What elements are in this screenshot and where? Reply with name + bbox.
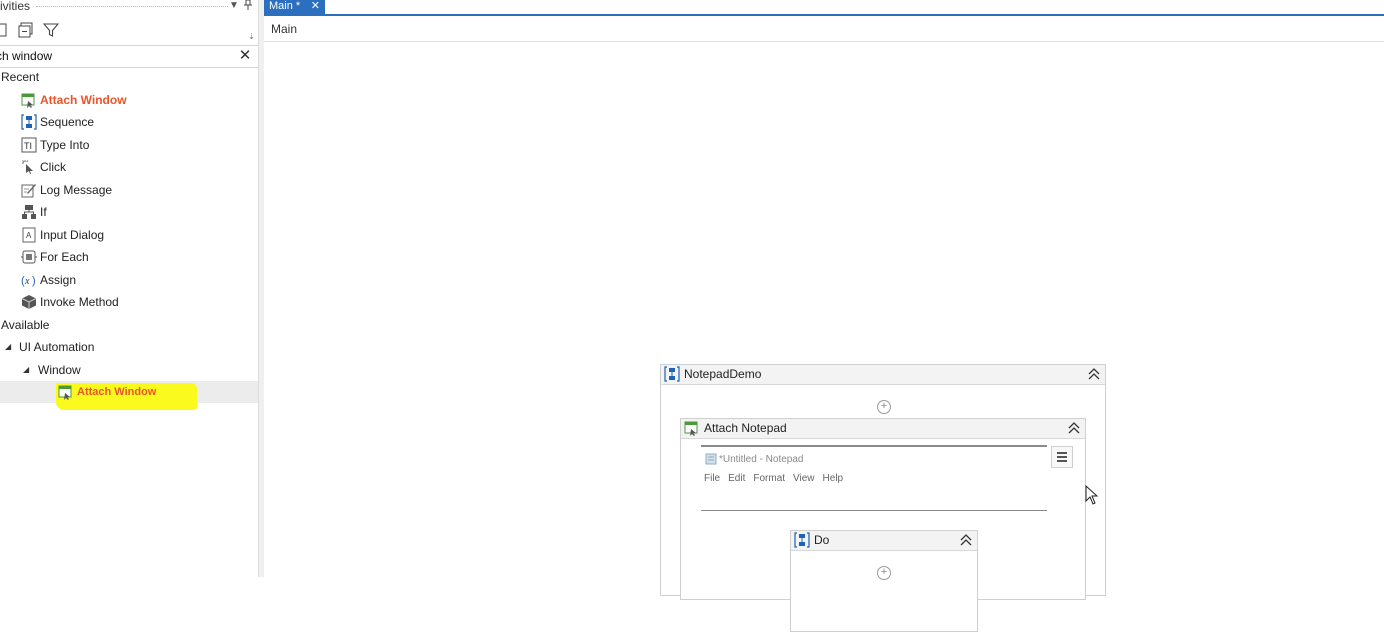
tab-main[interactable]: Main * ✕ [264, 0, 325, 14]
attach-window-icon [21, 92, 37, 108]
assign-icon: (x) [21, 272, 37, 288]
recent-item-if[interactable]: If [0, 201, 258, 223]
sequence-header: NotepadDemo [661, 365, 1105, 385]
svg-text:TI: TI [24, 141, 32, 151]
log-message-icon [21, 182, 37, 198]
panel-title: ivities [0, 0, 31, 13]
tree-node-window[interactable]: ◢ Window [0, 359, 258, 381]
item-label: Click [40, 160, 66, 174]
recent-item-input-dialog[interactable]: A Input Dialog [0, 224, 258, 246]
panel-toolbar: ⇣ [0, 20, 258, 42]
if-icon [21, 204, 37, 220]
search-box: ✕ [0, 45, 258, 68]
item-label: Type Into [40, 138, 90, 152]
search-input[interactable] [0, 46, 226, 66]
attach-window-icon [58, 384, 74, 400]
notepad-app-icon [705, 453, 717, 468]
available-header: Available [1, 318, 50, 332]
sequence-icon [794, 532, 810, 548]
notepad-window-title: *Untitled - Notepad [719, 454, 804, 465]
recent-category[interactable]: Recent [0, 66, 258, 88]
attach-window-title[interactable]: Attach Notepad [704, 421, 787, 435]
node-label: Window [38, 363, 81, 377]
click-icon [21, 159, 37, 175]
svg-text:x: x [24, 276, 30, 287]
recent-item-sequence[interactable]: Sequence [0, 111, 258, 133]
item-label: Invoke Method [40, 295, 119, 309]
attach-window-icon [684, 420, 700, 436]
panel-header: ivities ▼ [0, 0, 258, 14]
item-label: Sequence [40, 115, 95, 129]
item-label: Assign [40, 273, 77, 287]
do-title[interactable]: Do [814, 533, 829, 547]
preview-bottom-border [701, 510, 1047, 511]
collapse-icon[interactable] [1067, 420, 1081, 436]
menu-file: File [704, 473, 721, 484]
svg-text:A: A [26, 231, 32, 240]
breadcrumb-bar: Main [264, 16, 1384, 42]
expand-all-icon[interactable] [0, 22, 10, 38]
sequence-notepaddemo[interactable]: NotepadDemo + Attach Notepad *Untitled -… [660, 364, 1106, 632]
add-activity-icon[interactable]: + [877, 400, 891, 414]
sequence-icon [21, 114, 37, 130]
invoke-method-icon [21, 294, 37, 310]
menu-edit: Edit [728, 473, 746, 484]
recent-item-invoke-method[interactable]: Invoke Method [0, 291, 258, 313]
collapse-all-icon[interactable] [18, 22, 34, 38]
breadcrumb-main[interactable]: Main [271, 22, 297, 36]
panel-resize-icon[interactable]: ⇣ [248, 32, 255, 41]
collapse-icon[interactable] [959, 532, 973, 548]
sequence-icon [664, 366, 680, 382]
recent-item-log-message[interactable]: Log Message [0, 179, 258, 201]
available-category[interactable]: Available [0, 314, 258, 336]
pin-icon[interactable] [244, 0, 252, 13]
input-dialog-icon: A [21, 227, 37, 243]
tree-node-ui-automation[interactable]: ◢ UI Automation [0, 336, 258, 358]
item-label: Log Message [40, 183, 113, 197]
menu-format: Format [753, 473, 786, 484]
item-label: If [40, 205, 47, 219]
recent-item-click[interactable]: Click [0, 156, 258, 178]
type-into-icon: TI [21, 137, 37, 153]
tab-label: Main * [269, 0, 301, 12]
collapse-icon[interactable] [1087, 366, 1101, 382]
filter-icon[interactable] [43, 22, 59, 38]
activities-panel: ivities ▼ ⇣ ✕ Recent Attach Windo [0, 0, 258, 577]
recent-header: Recent [1, 70, 40, 84]
do-header: Do [791, 531, 977, 551]
item-label: Input Dialog [40, 228, 105, 242]
expanded-triangle-icon[interactable]: ◢ [5, 336, 11, 358]
document-tab-strip: Main * ✕ [264, 0, 1384, 16]
available-item-attach-window[interactable]: Attach Window [0, 381, 258, 410]
sequence-title[interactable]: NotepadDemo [684, 367, 761, 381]
clear-search-icon[interactable]: ✕ [237, 47, 253, 65]
recent-item-assign[interactable]: (x) Assign [0, 269, 258, 291]
for-each-icon [21, 249, 37, 265]
close-tab-icon[interactable]: ✕ [311, 0, 320, 12]
menu-help: Help [822, 473, 844, 484]
svg-text:): ) [32, 275, 36, 287]
recent-item-type-into[interactable]: TI Type Into [0, 134, 258, 156]
menu-view: View [793, 473, 815, 484]
item-label: Attach Window [40, 93, 127, 107]
recent-item-for-each[interactable]: For Each [0, 246, 258, 268]
item-label: For Each [40, 250, 89, 264]
do-sequence[interactable]: Do + [790, 530, 978, 632]
options-menu-button[interactable] [1051, 446, 1073, 468]
dropdown-arrow-icon[interactable]: ▼ [229, 0, 239, 11]
panel-grip[interactable] [36, 6, 228, 7]
attach-window-activity[interactable]: Attach Notepad *Untitled - Notepad File E… [680, 418, 1086, 632]
mouse-cursor-icon [1085, 485, 1099, 505]
attach-window-header: Attach Notepad [681, 419, 1085, 439]
expanded-triangle-icon[interactable]: ◢ [23, 359, 29, 381]
preview-top-border [701, 445, 1047, 447]
add-activity-icon[interactable]: + [877, 566, 891, 580]
notepad-menu-bar: File Edit Format View Help [704, 473, 851, 484]
workflow-designer: Main * ✕ Main NotepadDemo + Attach Notep… [264, 0, 1384, 632]
item-label: Attach Window [77, 386, 157, 398]
recent-item-attach-window[interactable]: Attach Window [0, 89, 258, 111]
node-label: UI Automation [19, 340, 95, 354]
